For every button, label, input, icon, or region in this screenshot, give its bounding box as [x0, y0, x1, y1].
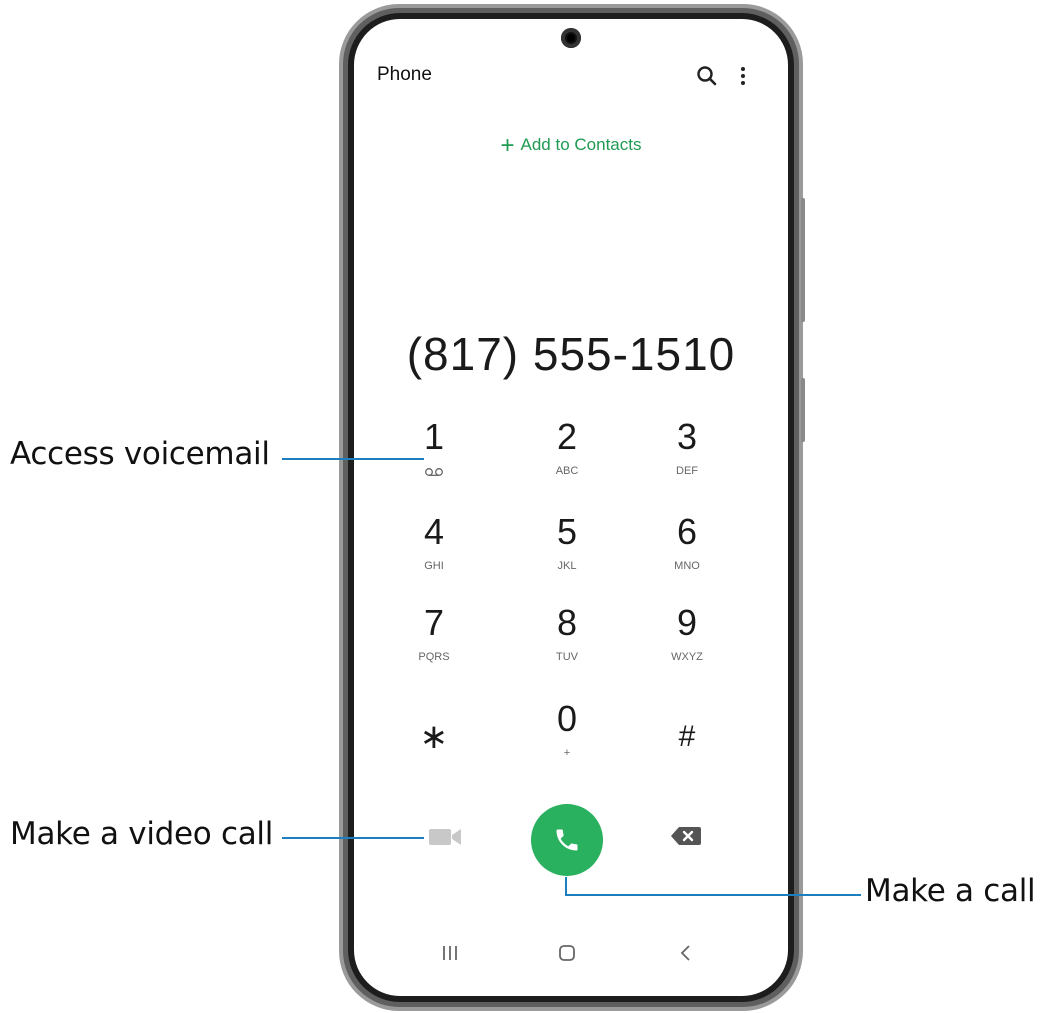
- key-7[interactable]: 7 PQRS: [384, 603, 484, 665]
- volume-button: [801, 198, 805, 322]
- key-6[interactable]: 6 MNO: [637, 512, 737, 574]
- key-letters: DEF: [676, 465, 698, 477]
- recents-icon[interactable]: [430, 941, 470, 965]
- app-title: Phone: [377, 64, 432, 85]
- dialed-number: (817) 555-1510: [406, 328, 736, 380]
- add-to-contacts-button[interactable]: + Add to Contacts: [354, 132, 788, 160]
- key-1[interactable]: 1: [384, 417, 484, 477]
- key-4[interactable]: 4 GHI: [384, 512, 484, 574]
- callout-call-line-horizontal: [565, 894, 861, 896]
- key-star[interactable]: ∗: [384, 699, 484, 757]
- phone-icon: [556, 829, 578, 851]
- key-hash[interactable]: #: [637, 699, 737, 757]
- key-digit: 8: [556, 602, 578, 643]
- voicemail-icon: [425, 468, 443, 476]
- key-digit: #: [678, 720, 696, 753]
- key-0[interactable]: 0 +: [517, 699, 617, 761]
- key-3[interactable]: 3 DEF: [637, 417, 737, 479]
- key-letters: WXYZ: [671, 651, 703, 663]
- callout-video-call-line: [282, 837, 424, 839]
- key-letters: +: [563, 747, 571, 759]
- plus-icon: +: [500, 132, 515, 159]
- callout-voicemail-line: [282, 458, 424, 460]
- key-digit: 9: [676, 602, 698, 643]
- home-icon[interactable]: [547, 941, 587, 965]
- key-digit: 4: [423, 511, 445, 552]
- key-digit: 5: [556, 511, 578, 552]
- call-button[interactable]: [531, 804, 603, 876]
- add-to-contacts-label: Add to Contacts: [520, 135, 642, 154]
- key-letters: TUV: [556, 651, 578, 663]
- power-button: [801, 378, 805, 442]
- key-letters: ABC: [555, 465, 579, 477]
- key-digit: 0: [556, 698, 578, 739]
- key-letters: GHI: [424, 560, 444, 572]
- key-letters: JKL: [557, 560, 577, 572]
- search-icon[interactable]: [696, 65, 718, 87]
- callout-video-call: Make a video call: [10, 816, 274, 852]
- more-options-icon[interactable]: [736, 65, 750, 87]
- video-call-icon[interactable]: [427, 827, 463, 847]
- key-digit: 6: [676, 511, 698, 552]
- key-digit: 2: [556, 416, 578, 457]
- key-digit: 1: [423, 416, 445, 457]
- callout-call: Make a call: [865, 873, 1036, 909]
- key-digit: 3: [676, 416, 698, 457]
- phone-screen: Phone + Add to Contacts (817) 555-1510 1 …: [354, 19, 788, 996]
- key-5[interactable]: 5 JKL: [517, 512, 617, 574]
- callout-voicemail: Access voicemail: [10, 436, 270, 472]
- back-icon[interactable]: [666, 941, 706, 965]
- backspace-icon[interactable]: [670, 825, 702, 847]
- key-letters: PQRS: [418, 651, 450, 663]
- key-2[interactable]: 2 ABC: [517, 417, 617, 479]
- key-9[interactable]: 9 WXYZ: [637, 603, 737, 665]
- key-digit: ∗: [419, 718, 449, 756]
- key-letters: MNO: [674, 560, 700, 572]
- key-8[interactable]: 8 TUV: [517, 603, 617, 665]
- key-digit: 7: [423, 602, 445, 643]
- front-camera: [561, 28, 581, 48]
